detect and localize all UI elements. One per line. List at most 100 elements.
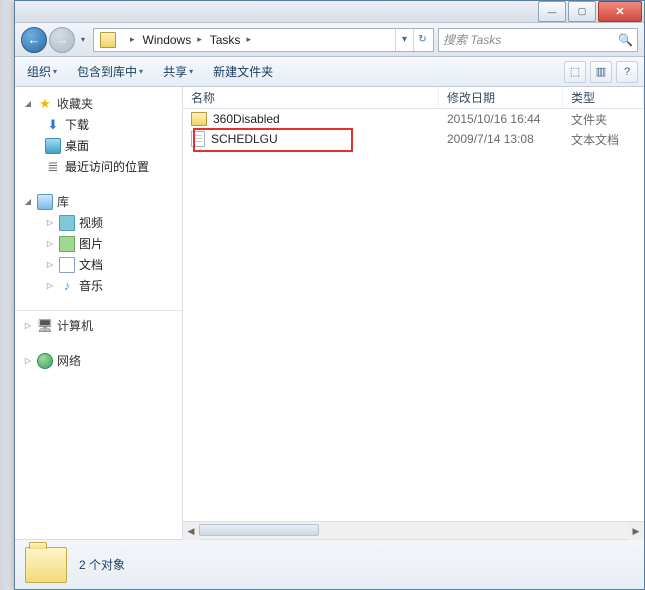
column-headers: 名称 修改日期 类型 (183, 87, 644, 109)
music-icon: ♪ (59, 278, 75, 294)
downloads-icon: ⬇ (45, 117, 61, 133)
sidebar-item-label: 桌面 (65, 137, 89, 154)
chevron-down-icon: ▾ (53, 67, 57, 76)
textfile-icon (191, 131, 205, 147)
sidebar-item-label: 图片 (79, 235, 103, 252)
star-icon: ★ (37, 96, 53, 112)
refresh-button[interactable]: ↻ (413, 29, 431, 51)
search-input[interactable]: 搜索 Tasks 🔍 (438, 28, 638, 52)
file-date: 2015/10/16 16:44 (439, 112, 563, 126)
network-group: ▷ 网络 (15, 350, 182, 371)
favorites-header[interactable]: ◢ ★ 收藏夹 (15, 93, 182, 114)
sidebar-item-videos[interactable]: ▷ 视频 (15, 212, 182, 233)
help-button[interactable]: ? (616, 61, 638, 83)
maximize-button[interactable]: ▢ (568, 1, 596, 22)
sidebar-item-music[interactable]: ▷ ♪ 音乐 (15, 275, 182, 296)
navigation-pane: ◢ ★ 收藏夹 ⬇ 下载 桌面 ≣ 最近访问的位置 (15, 87, 183, 539)
organize-label: 组织 (27, 63, 51, 80)
sidebar-item-downloads[interactable]: ⬇ 下载 (15, 114, 182, 135)
minimize-button[interactable]: — (538, 1, 566, 22)
explorer-window: — ▢ ✕ ← → ▾ ▸ Windows ▸ Tasks ▸ ▾ ↻ (14, 0, 645, 590)
computer-group: ▷ 🖥 计算机 (15, 315, 182, 336)
view-options-button[interactable]: ⬚ (564, 61, 586, 83)
address-bar[interactable]: ▸ Windows ▸ Tasks ▸ ▾ ↻ (93, 28, 434, 52)
chevron-right-icon: ▸ (246, 34, 251, 45)
expand-icon: ▷ (45, 239, 55, 248)
outer-shadow (0, 0, 14, 590)
search-placeholder: 搜索 Tasks (443, 31, 501, 48)
divider (15, 310, 182, 311)
sidebar-item-recent[interactable]: ≣ 最近访问的位置 (15, 156, 182, 177)
chevron-down-icon: ▾ (139, 67, 143, 76)
folder-icon (25, 547, 67, 583)
share-menu[interactable]: 共享 ▾ (157, 61, 199, 82)
videos-icon (59, 215, 75, 231)
address-dropdown[interactable]: ▾ (395, 29, 413, 51)
breadcrumb[interactable]: ▸ (120, 29, 139, 51)
forward-button[interactable]: → (49, 27, 75, 53)
computer-icon: 🖥 (37, 318, 53, 334)
share-label: 共享 (163, 63, 187, 80)
chevron-down-icon: ▾ (189, 67, 193, 76)
expand-icon: ▷ (45, 218, 55, 227)
navbar: ← → ▾ ▸ Windows ▸ Tasks ▸ ▾ ↻ 搜索 Tasks (15, 23, 644, 57)
column-header-name[interactable]: 名称 (183, 87, 439, 108)
file-type: 文本文档 (563, 131, 644, 148)
toolbar: 组织 ▾ 包含到库中 ▾ 共享 ▾ 新建文件夹 ⬚ ▥ ? (15, 57, 644, 87)
favorites-group: ◢ ★ 收藏夹 ⬇ 下载 桌面 ≣ 最近访问的位置 (15, 93, 182, 177)
titlebar: — ▢ ✕ (15, 1, 644, 23)
include-in-library-menu[interactable]: 包含到库中 ▾ (71, 61, 149, 82)
expand-icon: ▷ (23, 356, 33, 365)
file-date: 2009/7/14 13:08 (439, 132, 563, 146)
network-icon (37, 353, 53, 369)
nav-buttons: ← → ▾ (21, 27, 89, 53)
sidebar-item-label: 网络 (57, 352, 81, 369)
preview-pane-button[interactable]: ▥ (590, 61, 612, 83)
recent-icon: ≣ (45, 159, 61, 175)
expand-icon: ▷ (45, 281, 55, 290)
new-folder-button[interactable]: 新建文件夹 (207, 61, 279, 82)
nav-history-dropdown[interactable]: ▾ (77, 27, 89, 53)
details-pane: 2 个对象 (15, 539, 644, 589)
expand-icon: ▷ (23, 321, 33, 330)
folder-icon (100, 32, 116, 48)
libraries-group: ◢ 库 ▷ 视频 ▷ 图片 ▷ 文档 (15, 191, 182, 296)
horizontal-scrollbar[interactable]: ◀ ▶ (183, 521, 644, 539)
sidebar-item-network[interactable]: ▷ 网络 (15, 350, 182, 371)
include-label: 包含到库中 (77, 63, 137, 80)
sidebar-item-label: 音乐 (79, 277, 103, 294)
organize-menu[interactable]: 组织 ▾ (21, 61, 63, 82)
main-area: ◢ ★ 收藏夹 ⬇ 下载 桌面 ≣ 最近访问的位置 (15, 87, 644, 539)
sidebar-item-documents[interactable]: ▷ 文档 (15, 254, 182, 275)
scroll-right-button[interactable]: ▶ (628, 522, 644, 540)
scroll-left-button[interactable]: ◀ (183, 522, 199, 540)
folder-icon (191, 112, 207, 126)
list-item[interactable]: SCHEDLGU 2009/7/14 13:08 文本文档 (183, 129, 644, 149)
favorites-label: 收藏夹 (57, 95, 93, 112)
libraries-header[interactable]: ◢ 库 (15, 191, 182, 212)
libraries-icon (37, 194, 53, 210)
sidebar-item-computer[interactable]: ▷ 🖥 计算机 (15, 315, 182, 336)
sidebar-item-label: 文档 (79, 256, 103, 273)
sidebar-item-label: 最近访问的位置 (65, 158, 149, 175)
close-button[interactable]: ✕ (598, 1, 642, 22)
new-folder-label: 新建文件夹 (213, 63, 273, 80)
object-count-label: 2 个对象 (79, 556, 125, 573)
libraries-label: 库 (57, 193, 69, 210)
expand-icon: ◢ (23, 197, 33, 206)
column-header-date[interactable]: 修改日期 (439, 87, 563, 108)
pictures-icon (59, 236, 75, 252)
column-header-type[interactable]: 类型 (563, 87, 644, 108)
list-item[interactable]: 360Disabled 2015/10/16 16:44 文件夹 (183, 109, 644, 129)
breadcrumb[interactable]: Windows ▸ (139, 29, 206, 51)
back-button[interactable]: ← (21, 27, 47, 53)
sidebar-item-desktop[interactable]: 桌面 (15, 135, 182, 156)
breadcrumb-label: Tasks (210, 33, 241, 47)
desktop-icon (45, 138, 61, 154)
file-rows: 360Disabled 2015/10/16 16:44 文件夹 SCHEDLG… (183, 109, 644, 521)
sidebar-item-pictures[interactable]: ▷ 图片 (15, 233, 182, 254)
address-bar-buttons: ▾ ↻ (395, 29, 431, 51)
scroll-thumb[interactable] (199, 524, 319, 536)
breadcrumb[interactable]: Tasks ▸ (206, 29, 255, 51)
chevron-right-icon: ▸ (130, 34, 135, 45)
